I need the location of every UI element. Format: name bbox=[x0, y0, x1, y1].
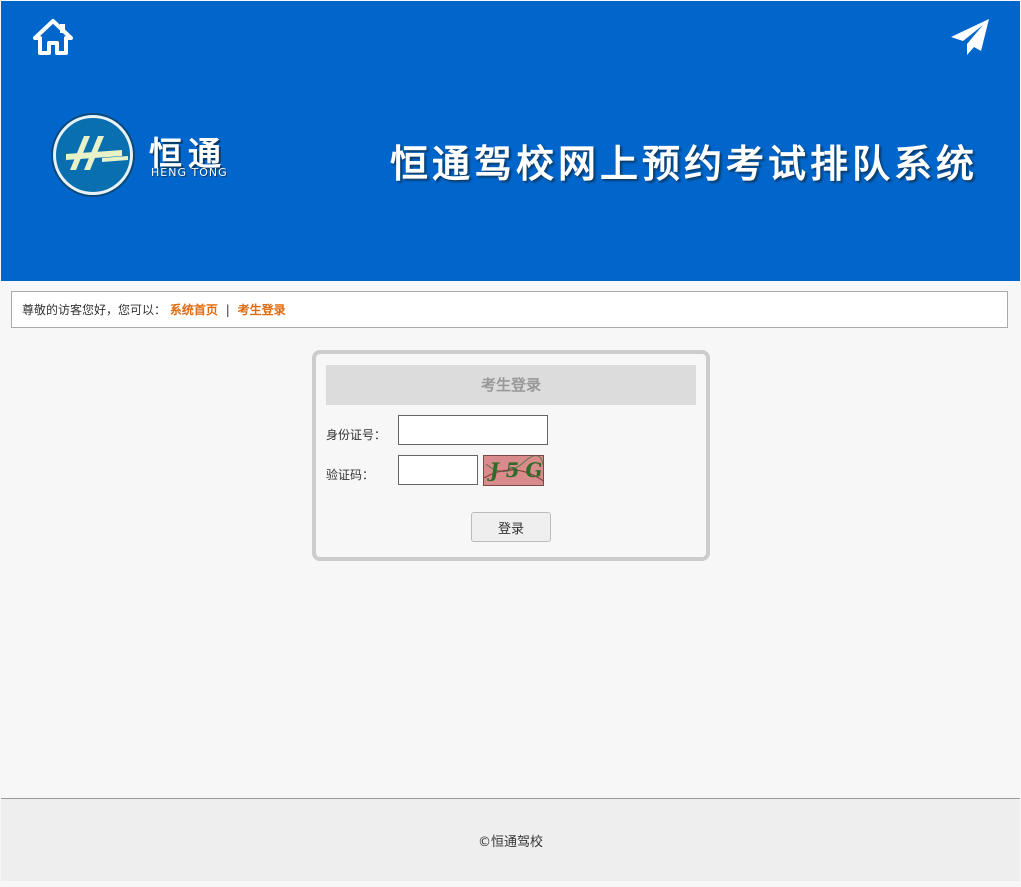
greeting-text: 尊敬的访客您好，您可以： bbox=[22, 303, 167, 317]
captcha-text: J5G bbox=[488, 458, 544, 482]
copyright-text: ©恒通驾校 bbox=[477, 835, 543, 850]
logo-english-text: HENG TONG bbox=[151, 166, 228, 179]
header-banner: 恒通 HENG TONG 恒通驾校网上预约考试排队系统 bbox=[1, 1, 1020, 281]
notice-bar: 尊敬的访客您好，您可以： 系统首页 | 考生登录 bbox=[11, 291, 1008, 328]
logo: 恒通 HENG TONG bbox=[51, 113, 241, 195]
link-separator: | bbox=[225, 303, 230, 317]
site-title: 恒通驾校网上预约考试排队系统 bbox=[389, 141, 978, 186]
captcha-input[interactable] bbox=[398, 455, 478, 485]
paper-plane-icon[interactable] bbox=[949, 17, 991, 57]
home-icon[interactable] bbox=[33, 18, 73, 56]
captcha-label: 验证码： bbox=[326, 468, 375, 482]
id-number-input[interactable] bbox=[398, 415, 548, 445]
login-panel: 考生登录 身份证号： 验证码： J5G 登录 bbox=[312, 350, 710, 561]
id-number-label: 身份证号： bbox=[326, 428, 387, 442]
login-title: 考生登录 bbox=[326, 365, 696, 405]
logo-emblem bbox=[53, 115, 133, 195]
link-student-login[interactable]: 考生登录 bbox=[238, 303, 286, 317]
captcha-image[interactable]: J5G bbox=[483, 455, 544, 486]
link-system-home[interactable]: 系统首页 bbox=[170, 303, 218, 317]
login-button[interactable]: 登录 bbox=[471, 512, 551, 542]
footer: ©恒通驾校 bbox=[1, 798, 1020, 881]
